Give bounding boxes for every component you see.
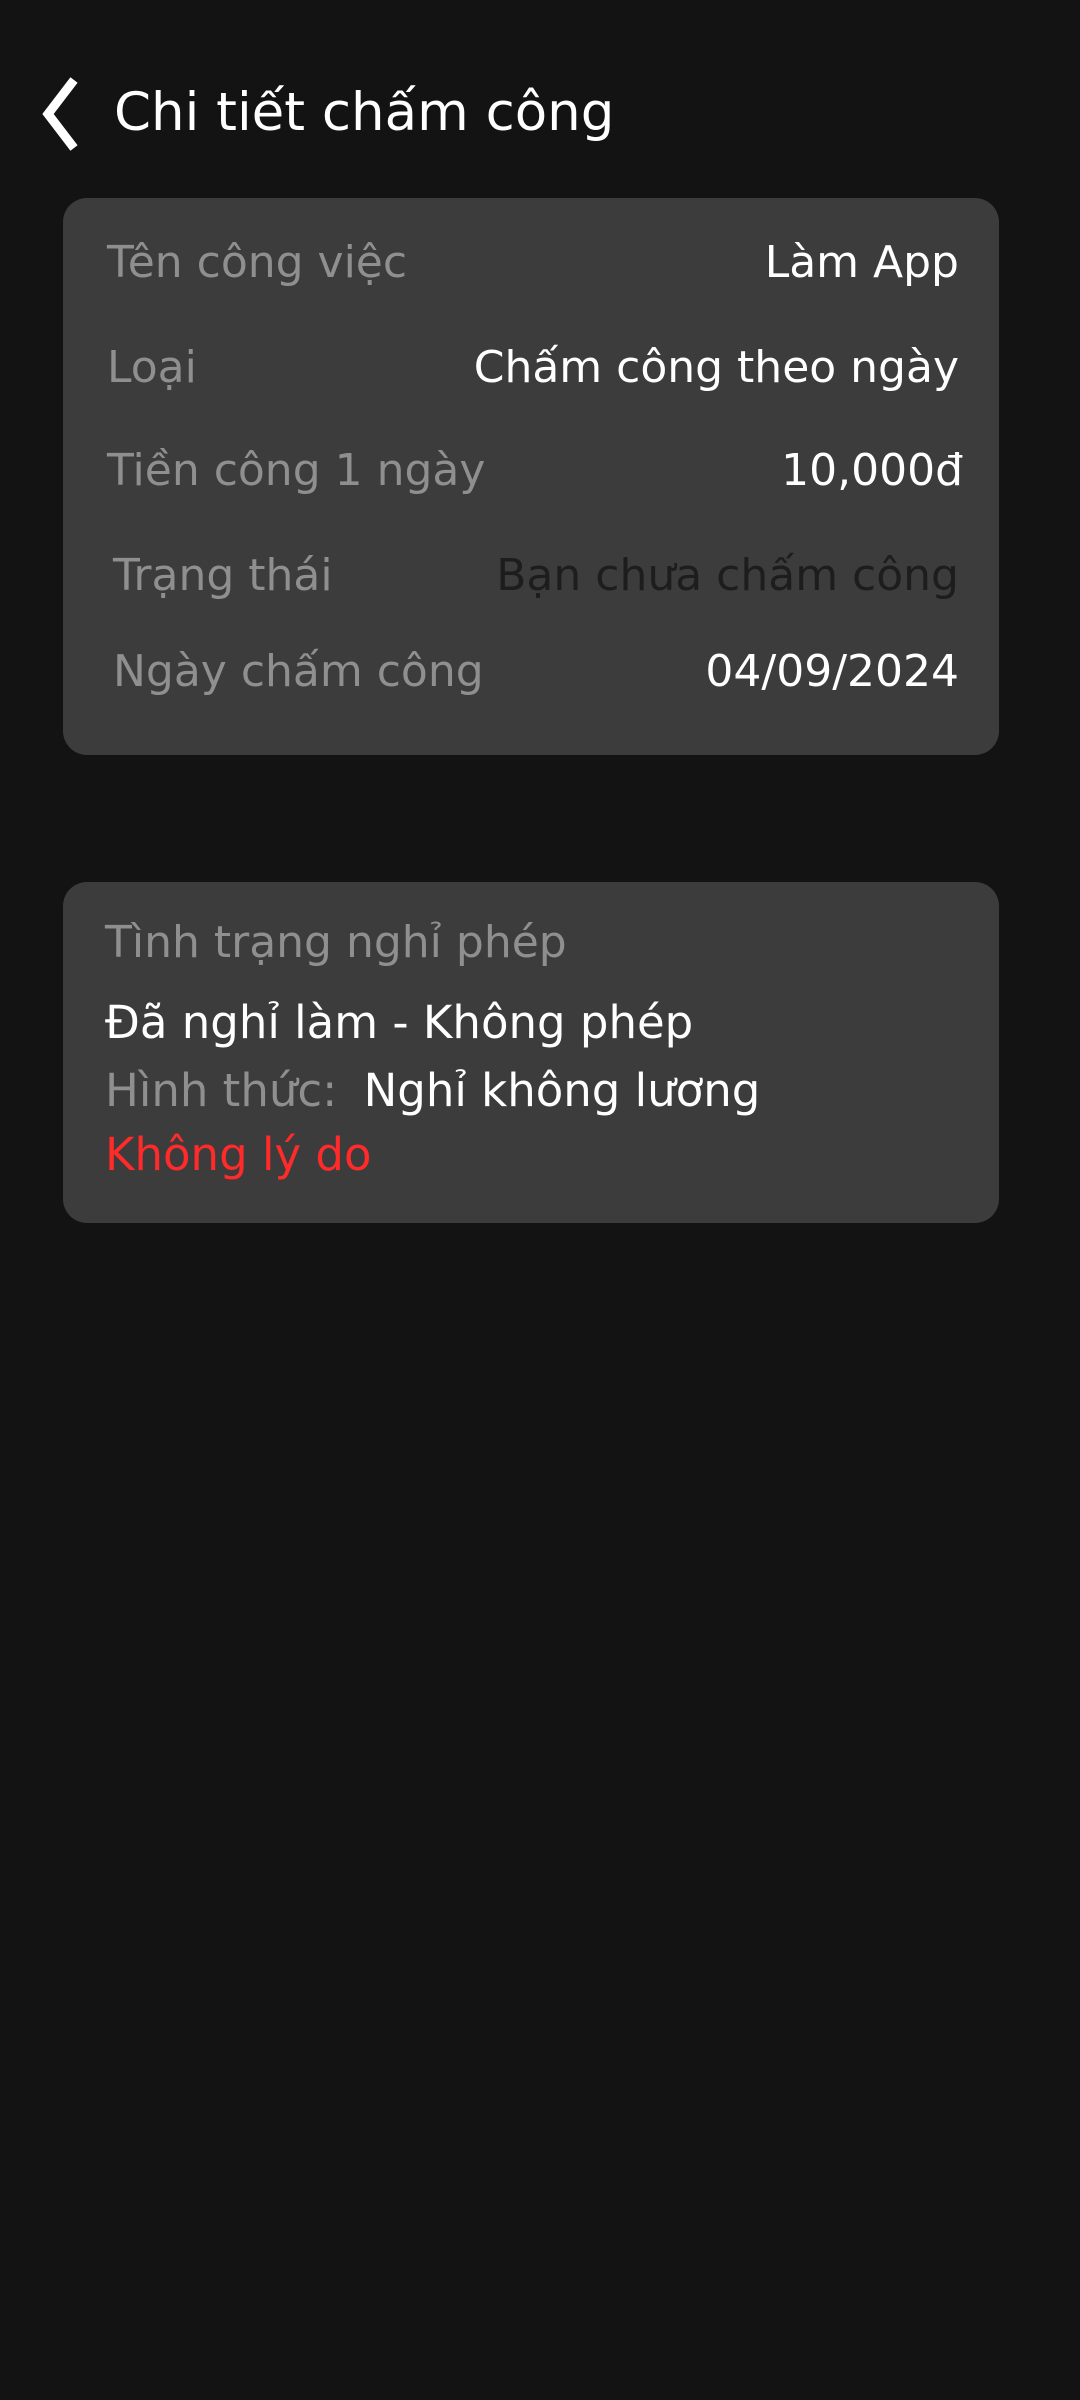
status-value: Bạn chưa chấm công [496,550,959,601]
daily-wage-label: Tiền công 1 ngày [107,445,486,496]
attendance-date-value: 04/09/2024 [705,646,959,697]
type-value: Chấm công theo ngày [473,342,959,393]
header: Chi tiết chấm công [0,60,1080,160]
type-label: Loại [107,342,197,393]
leave-status-card: Tình trạng nghỉ phép Đã nghỉ làm - Không… [63,882,999,1223]
back-button[interactable] [38,74,88,154]
row-job-name: Tên công việc Làm App [63,228,999,298]
row-status: Trạng thái Bạn chưa chấm công [63,541,999,611]
page-title: Chi tiết chấm công [114,82,615,143]
leave-form-line: Hình thức: Nghỉ không lương [105,1056,760,1126]
leave-reason: Không lý do [105,1128,372,1181]
status-label: Trạng thái [113,550,333,601]
row-daily-wage: Tiền công 1 ngày 10,000đ [63,436,999,506]
job-name-label: Tên công việc [107,237,408,288]
leave-form-label: Hình thức: [105,1064,338,1117]
row-type: Loại Chấm công theo ngày [63,333,999,403]
leave-form-value: Nghỉ không lương [363,1064,761,1117]
attendance-date-label: Ngày chấm công [113,646,484,697]
leave-status-title: Tình trạng nghỉ phép [105,917,567,968]
chevron-left-icon [42,77,78,151]
attendance-detail-card: Tên công việc Làm App Loại Chấm công the… [63,198,999,755]
leave-status-value: Đã nghỉ làm - Không phép [105,996,694,1049]
daily-wage-value: 10,000đ [781,445,963,496]
row-attendance-date: Ngày chấm công 04/09/2024 [63,637,999,707]
job-name-value: Làm App [764,237,959,288]
